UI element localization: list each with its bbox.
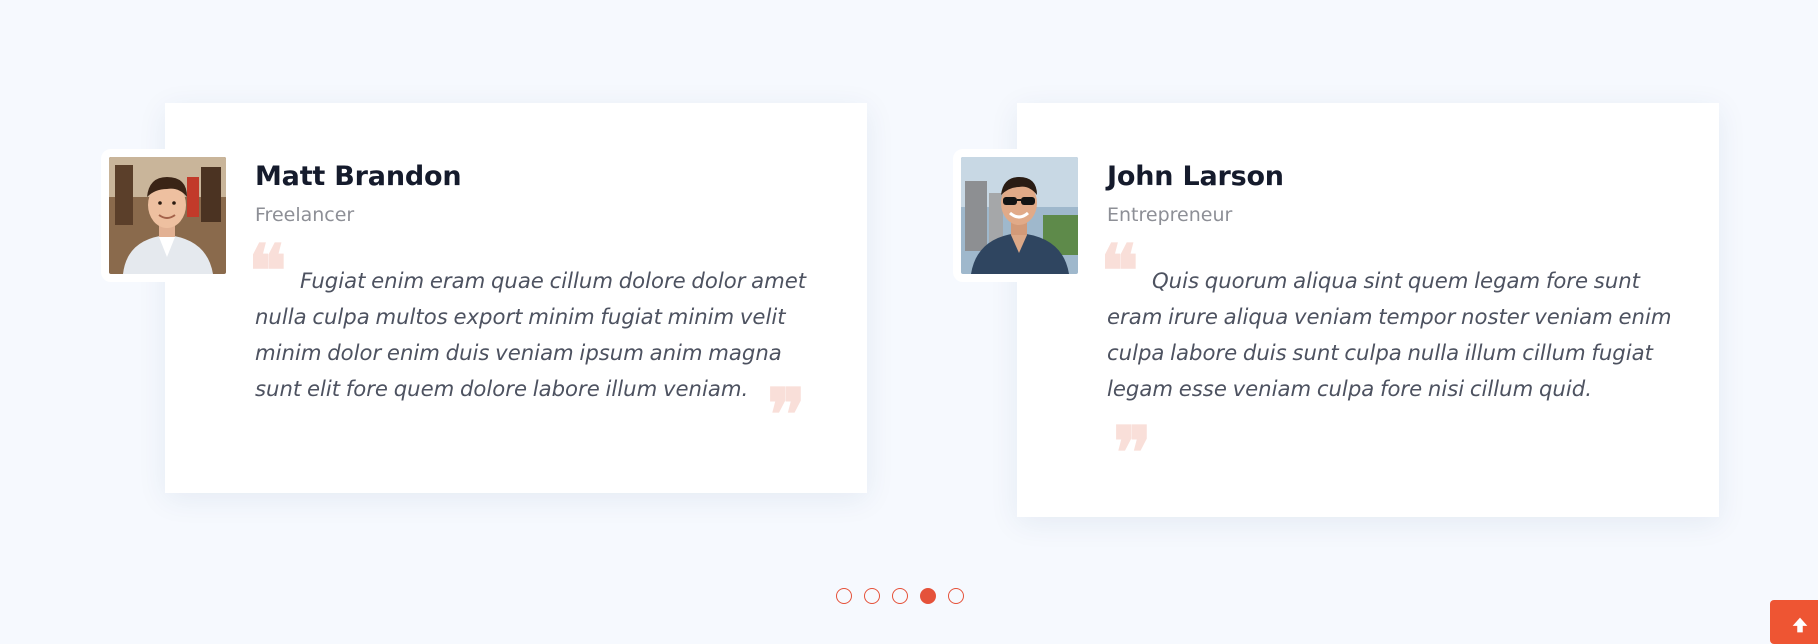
- arrow-up-icon: [1792, 617, 1808, 633]
- pagination-dot[interactable]: [948, 588, 964, 604]
- pagination-dot[interactable]: [920, 588, 936, 604]
- testimonial-name: John Larson: [1107, 161, 1284, 192]
- slider-pagination: [836, 588, 964, 604]
- person-photo-icon: [109, 157, 226, 274]
- pagination-dot[interactable]: [864, 588, 880, 604]
- testimonial-card: John Larson Entrepreneur ❝ Quis quorum a…: [953, 103, 1719, 517]
- avatar: [101, 149, 234, 282]
- person-photo-icon: [961, 157, 1078, 274]
- quote-close-icon: ❞: [1113, 410, 1152, 495]
- avatar: [953, 149, 1086, 282]
- testimonial-card: Matt Brandon Freelancer ❝ Fugiat enim er…: [101, 103, 867, 493]
- testimonial-role: Entrepreneur: [1107, 204, 1233, 226]
- back-to-top-button[interactable]: [1770, 600, 1818, 644]
- pagination-dot[interactable]: [836, 588, 852, 604]
- testimonial-name: Matt Brandon: [255, 161, 462, 192]
- pagination-dot[interactable]: [892, 588, 908, 604]
- testimonials-slider: Matt Brandon Freelancer ❝ Fugiat enim er…: [0, 0, 1818, 631]
- testimonial-text: Quis quorum aliqua sint quem legam fore …: [1107, 268, 1672, 401]
- testimonial-role: Freelancer: [255, 204, 355, 226]
- quote-close-icon: ❞: [767, 372, 806, 457]
- testimonial-text: Fugiat enim eram quae cillum dolore dolo…: [255, 268, 807, 401]
